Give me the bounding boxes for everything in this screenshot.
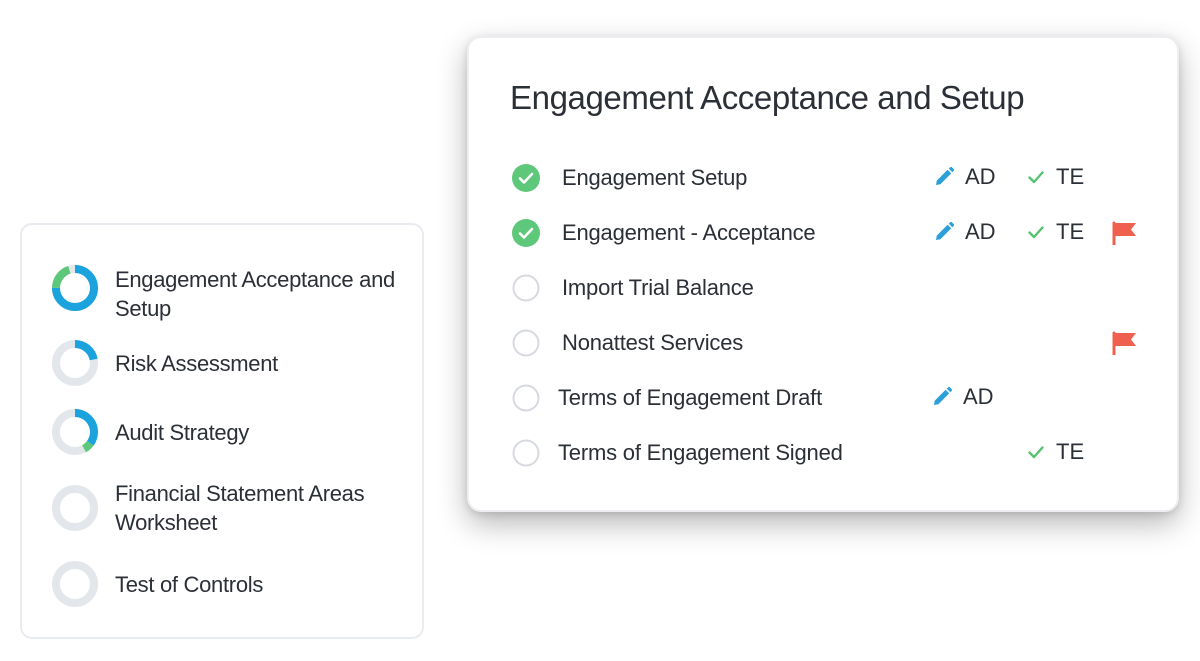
task-label: Nonattest Services — [562, 330, 744, 355]
section-label: Audit Strategy — [115, 420, 249, 445]
pencil-icon — [933, 166, 955, 188]
check-icon — [1026, 442, 1046, 462]
progress-donut-icon — [52, 340, 98, 386]
task-row[interactable]: Import Trial Balance — [469, 268, 1177, 308]
section-item-risk-assessment[interactable]: Risk Assessment — [22, 340, 422, 386]
section-label: Financial Statement Areas Worksheet — [115, 481, 365, 535]
task-label: Import Trial Balance — [562, 275, 754, 300]
progress-donut-icon — [52, 561, 98, 607]
empty-circle-icon[interactable] — [512, 384, 540, 412]
task-label: Engagement Setup — [562, 165, 748, 190]
task-label: Terms of Engagement Signed — [558, 440, 843, 465]
task-row[interactable]: Engagement - Acceptance AD TE — [469, 213, 1177, 253]
task-row[interactable]: Terms of Engagement Draft AD — [469, 378, 1177, 418]
stage: Engagement Acceptance and Setup Risk Ass… — [0, 0, 1200, 661]
section-label: Test of Controls — [115, 572, 264, 597]
check-circle-icon[interactable] — [512, 164, 540, 192]
reviewer-signoff[interactable]: TE — [1026, 164, 1084, 190]
progress-donut-icon — [52, 409, 98, 455]
progress-donut-icon — [52, 265, 98, 311]
section-label: Risk Assessment — [115, 351, 278, 376]
empty-circle-icon[interactable] — [512, 274, 540, 302]
reviewer-initials: TE — [1056, 439, 1085, 464]
section-item-financial-statement-areas[interactable]: Financial Statement Areas Worksheet — [22, 479, 422, 539]
check-icon — [1026, 222, 1046, 242]
reviewer-signoff[interactable]: TE — [1026, 439, 1084, 465]
preparer-signoff[interactable]: AD — [933, 219, 996, 245]
section-label: Engagement Acceptance and Setup — [115, 267, 395, 321]
task-label: Engagement - Acceptance — [562, 220, 816, 245]
reviewer-initials: TE — [1056, 164, 1085, 189]
flag-icon[interactable] — [1112, 221, 1140, 247]
task-panel: Engagement Acceptance and Setup Engageme… — [467, 36, 1179, 512]
task-row[interactable]: Engagement Setup AD TE — [469, 158, 1177, 198]
reviewer-initials: TE — [1056, 219, 1085, 244]
donut-track — [52, 485, 98, 531]
section-item-audit-strategy[interactable]: Audit Strategy — [22, 409, 422, 455]
preparer-initials: AD — [963, 384, 994, 409]
panel-title: Engagement Acceptance and Setup — [510, 79, 1025, 116]
task-row[interactable]: Terms of Engagement Signed TE — [469, 433, 1177, 473]
reviewer-signoff[interactable]: TE — [1026, 219, 1084, 245]
progress-donut-icon — [52, 485, 98, 531]
empty-circle-icon[interactable] — [512, 329, 540, 357]
empty-circle-icon[interactable] — [512, 439, 540, 467]
preparer-signoff[interactable]: AD — [933, 164, 996, 190]
pencil-icon — [933, 221, 955, 243]
flag-icon[interactable] — [1112, 331, 1140, 357]
task-row[interactable]: Nonattest Services — [469, 323, 1177, 363]
section-item-test-of-controls[interactable]: Test of Controls — [22, 561, 422, 607]
task-label: Terms of Engagement Draft — [558, 385, 823, 410]
check-circle-icon[interactable] — [512, 219, 540, 247]
pencil-icon — [931, 386, 953, 408]
donut-track — [52, 561, 98, 607]
preparer-initials: AD — [965, 164, 996, 189]
preparer-signoff[interactable]: AD — [931, 384, 994, 410]
check-icon — [1026, 167, 1046, 187]
sections-card: Engagement Acceptance and Setup Risk Ass… — [20, 223, 424, 639]
preparer-initials: AD — [965, 219, 996, 244]
section-item-engagement-acceptance[interactable]: Engagement Acceptance and Setup — [22, 263, 422, 323]
